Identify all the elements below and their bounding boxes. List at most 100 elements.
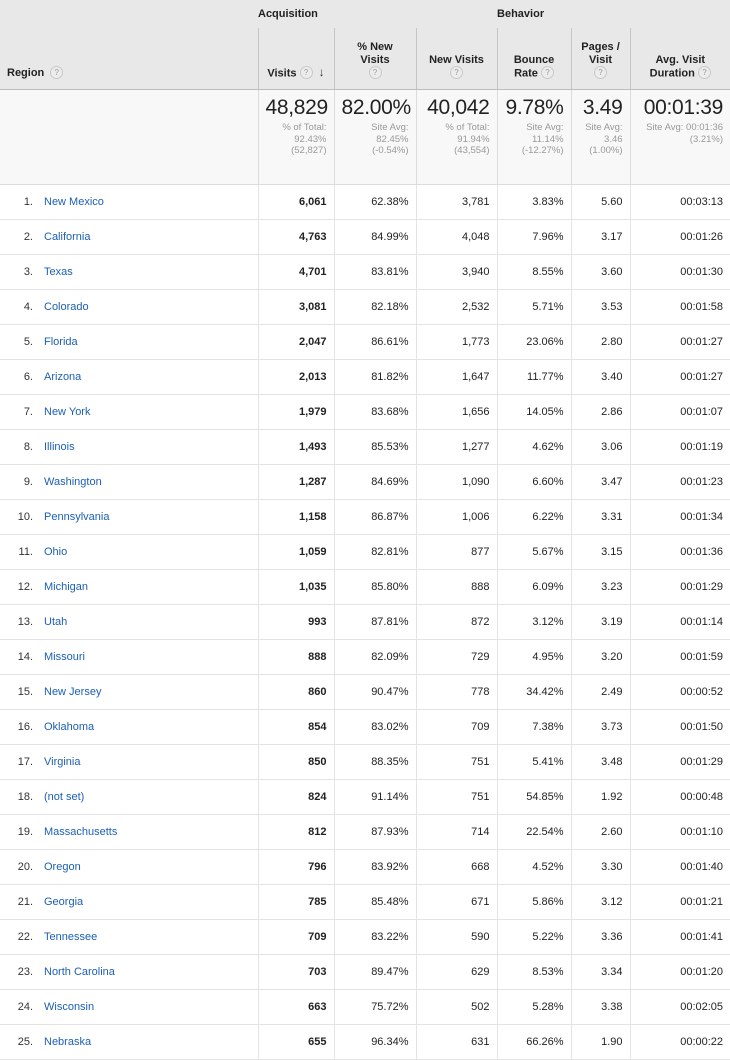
help-icon[interactable]: ? [450,65,464,79]
column-header-pages-visit[interactable]: Pages / Visit ? [571,28,631,90]
cell-pct-new-visits: 62.38% [334,184,417,220]
help-icon[interactable]: ? [594,65,608,79]
cell-avg-duration: 00:01:34 [630,499,730,535]
region-link[interactable]: Oklahoma [44,721,94,733]
region-link[interactable]: Missouri [44,651,85,663]
column-header-region[interactable]: Region ? [0,28,259,90]
summary-row: 48,829 % of Total: 92.43% (52,827) 82.00… [0,89,730,185]
table-row: 13. Utah 993 87.81% 872 3.12% 3.19 00:01:14 [0,604,730,640]
cell-pages-visit: 1.92 [571,779,631,815]
cell-avg-duration: 00:01:14 [630,604,730,640]
help-icon[interactable]: ? [540,65,554,79]
table-body: 48,829 % of Total: 92.43% (52,827) 82.00… [0,89,730,1060]
region-link[interactable]: Massachusetts [44,826,117,838]
cell-bounce-rate: 3.12% [497,604,572,640]
cell-avg-duration: 00:01:10 [630,814,730,850]
cell-pct-new-visits: 81.82% [334,359,417,395]
cell-pages-visit: 2.49 [571,674,631,710]
cell-bounce-rate: 5.22% [497,919,572,955]
region-link[interactable]: Illinois [44,441,75,453]
cell-new-visits: 714 [416,814,498,850]
cell-pages-visit: 3.38 [571,989,631,1025]
region-link[interactable]: Virginia [44,756,81,768]
region-link[interactable]: Oregon [44,861,81,873]
summary-region-spacer [0,89,259,185]
cell-avg-duration: 00:01:20 [630,954,730,990]
region-link[interactable]: North Carolina [44,966,115,978]
cell-bounce-rate: 5.67% [497,534,572,570]
column-header-new-visits[interactable]: New Visits ? [416,28,498,90]
region-link[interactable]: Colorado [44,301,89,313]
cell-bounce-rate: 54.85% [497,779,572,815]
region-link[interactable]: Florida [44,336,78,348]
region-link[interactable]: (not set) [44,791,84,803]
column-header-pct-new-visits[interactable]: % New Visits ? [334,28,417,90]
cell-pct-new-visits: 88.35% [334,744,417,780]
summary-value-pages-visit: 3.49 [582,96,623,119]
cell-bounce-rate: 23.06% [497,324,572,360]
cell-pct-new-visits: 85.53% [334,429,417,465]
cell-new-visits: 629 [416,954,498,990]
region-link[interactable]: Ohio [44,546,67,558]
cell-pages-visit: 3.47 [571,464,631,500]
column-header-bounce-rate[interactable]: Bounce Rate ? [497,28,572,90]
row-index: 22. [17,931,33,943]
cell-visits: 1,287 [258,464,335,500]
cell-visits: 4,701 [258,254,335,290]
cell-new-visits: 1,006 [416,499,498,535]
cell-region: 14. Missouri [0,639,259,675]
region-link[interactable]: Wisconsin [44,1001,94,1013]
cell-pages-visit: 3.40 [571,359,631,395]
column-header-bounce-rate-label-line2: Rate [514,67,538,79]
region-link[interactable]: Michigan [44,581,88,593]
cell-pct-new-visits: 86.87% [334,499,417,535]
summary-cell-pages-visit: 3.49 Site Avg: 3.46 (1.00%) [571,89,631,185]
summary-value-pct-new-visits: 82.00% [341,96,412,119]
cell-bounce-rate: 6.60% [497,464,572,500]
region-link[interactable]: New York [44,406,90,418]
cell-pct-new-visits: 83.92% [334,849,417,885]
cell-pct-new-visits: 85.48% [334,884,417,920]
cell-avg-duration: 00:01:41 [630,919,730,955]
cell-pct-new-visits: 91.14% [334,779,417,815]
region-link[interactable]: California [44,231,90,243]
cell-new-visits: 888 [416,569,498,605]
cell-bounce-rate: 66.26% [497,1024,572,1060]
cell-bounce-rate: 34.42% [497,674,572,710]
cell-bounce-rate: 8.53% [497,954,572,990]
region-link[interactable]: Washington [44,476,102,488]
column-header-avg-visit-duration[interactable]: Avg. Visit Duration ? [630,28,730,90]
cell-new-visits: 4,048 [416,219,498,255]
region-link[interactable]: Pennsylvania [44,511,109,523]
region-link[interactable]: Texas [44,266,73,278]
cell-visits: 860 [258,674,335,710]
cell-region: 21. Georgia [0,884,259,920]
region-link[interactable]: Tennessee [44,931,97,943]
help-icon[interactable]: ? [697,65,711,79]
cell-bounce-rate: 4.62% [497,429,572,465]
help-icon[interactable]: ? [368,65,382,79]
summary-note-new-visits: % of Total: 91.94% (43,554) [445,122,490,156]
cell-new-visits: 729 [416,639,498,675]
row-index: 13. [17,616,33,628]
cell-region: 19. Massachusetts [0,814,259,850]
region-link[interactable]: Utah [44,616,67,628]
help-icon[interactable]: ? [299,65,313,79]
column-header-visits[interactable]: Visits ? ↓ [258,28,335,90]
cell-avg-duration: 00:01:27 [630,324,730,360]
summary-cell-new-visits: 40,042 % of Total: 91.94% (43,554) [416,89,498,185]
cell-pages-visit: 1.90 [571,1024,631,1060]
sort-descending-arrow-icon[interactable]: ↓ [319,65,325,79]
region-link[interactable]: New Jersey [44,686,101,698]
cell-avg-duration: 00:01:58 [630,289,730,325]
region-link[interactable]: Nebraska [44,1036,91,1048]
region-link[interactable]: New Mexico [44,196,104,208]
help-icon[interactable]: ? [50,66,64,79]
region-link[interactable]: Arizona [44,371,81,383]
summary-value-bounce-rate: 9.78% [505,96,564,119]
cell-pages-visit: 3.48 [571,744,631,780]
table-row: 10. Pennsylvania 1,158 86.87% 1,006 6.22% 3.31… [0,499,730,535]
cell-region: 10. Pennsylvania [0,499,259,535]
row-index: 20. [17,861,33,873]
region-link[interactable]: Georgia [44,896,83,908]
